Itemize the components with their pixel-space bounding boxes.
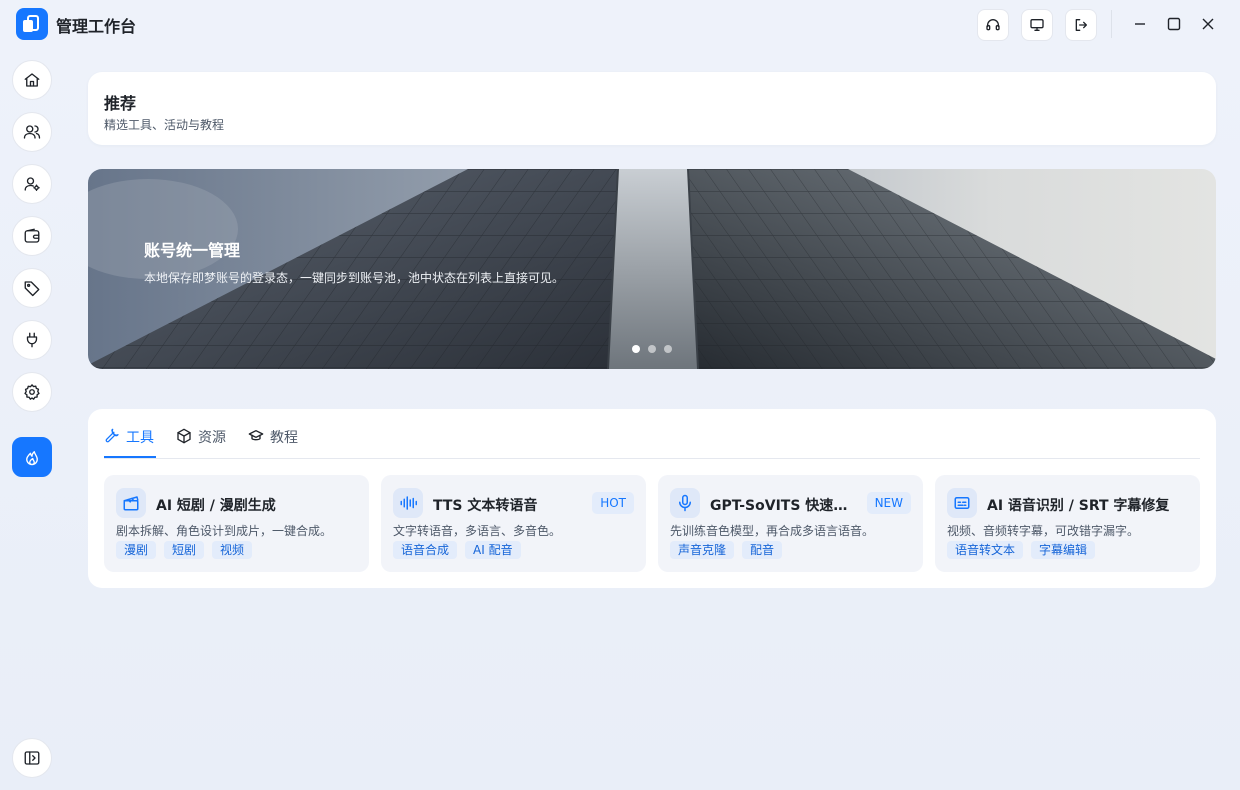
tool-icon-wrap [670, 488, 700, 518]
sidebar-toggle-button[interactable] [12, 738, 52, 778]
tag-list: 声音克隆 配音 [670, 541, 783, 559]
headset-icon [986, 19, 1000, 31]
graduation-cap-icon [248, 430, 264, 441]
sidebar-item-tags[interactable] [12, 268, 52, 308]
flame-icon [26, 451, 38, 466]
clapperboard-icon [123, 496, 139, 511]
tool-description: 剧本拆解、角色设计到成片，一键合成。 [116, 524, 333, 538]
tool-tag[interactable]: 漫剧 [116, 541, 157, 559]
support-button[interactable] [977, 9, 1009, 41]
sidebar-item-hot[interactable] [12, 437, 52, 477]
tool-description: 文字转语音，多语言、多音色。 [393, 524, 562, 538]
tool-icon-wrap [947, 488, 977, 518]
tool-tag[interactable]: 视频 [212, 541, 253, 559]
carousel-dot[interactable] [648, 345, 656, 353]
tool-tag[interactable]: 配音 [742, 541, 783, 559]
tool-card-sovits[interactable]: GPT-SoVITS 快速音色克隆 NEW 先训练音色模型，再合成多语言语音。 … [658, 475, 923, 572]
display-button[interactable] [1021, 9, 1053, 41]
tab-tutorials[interactable]: 教程 [248, 427, 298, 459]
logout-button[interactable] [1065, 9, 1097, 41]
wallet-icon [24, 228, 40, 243]
tools-panel: 工具 资源 教程 AI 短剧 / 漫剧生成 剧本拆解、角色设计到成片，一键合成。… [88, 409, 1216, 588]
tab-tools[interactable]: 工具 [104, 427, 154, 459]
recommend-card: 推荐 精选工具、活动与教程 [88, 72, 1216, 145]
tool-title: AI 短剧 / 漫剧生成 [156, 498, 276, 514]
carousel-dot[interactable] [664, 345, 672, 353]
tab-label: 教程 [270, 430, 298, 446]
title-bar: 管理工作台 [0, 0, 1240, 48]
banner-carousel[interactable]: 账号统一管理 本地保存即梦账号的登录态，一键同步到账号池，池中状态在列表上直接可… [88, 169, 1216, 369]
tool-title: AI 语音识别 / SRT 字幕修复 [987, 498, 1170, 514]
sidebar-item-plugins[interactable] [12, 320, 52, 360]
tool-tag[interactable]: AI 配音 [465, 541, 521, 559]
new-badge: NEW [866, 492, 911, 514]
gear-icon [24, 384, 40, 400]
tool-tag[interactable]: 语音合成 [393, 541, 458, 559]
users-icon [23, 125, 41, 139]
tool-card-drama[interactable]: AI 短剧 / 漫剧生成 剧本拆解、角色设计到成片，一键合成。 漫剧 短剧 视频 [104, 475, 369, 572]
banner-title: 账号统一管理 [144, 241, 241, 260]
sidebar-item-user-settings[interactable] [12, 164, 52, 204]
maximize-button[interactable] [1162, 12, 1186, 36]
minimize-icon [1135, 23, 1145, 25]
tag-list: 漫剧 短剧 视频 [116, 541, 253, 559]
tool-title: GPT-SoVITS 快速音色克隆 [710, 498, 858, 514]
app-logo [16, 8, 48, 40]
user-settings-icon [24, 177, 40, 192]
tool-icon-wrap [393, 488, 423, 518]
tag-icon [24, 281, 40, 297]
titlebar-divider [1111, 10, 1112, 38]
hot-badge: HOT [592, 492, 634, 514]
plug-icon [26, 332, 38, 348]
tool-description: 视频、音频转字幕，可改错字漏字。 [947, 524, 1140, 538]
carousel-dot[interactable] [632, 345, 640, 353]
tool-description: 先训练音色模型，再合成多语言语音。 [670, 524, 875, 538]
tab-label: 工具 [126, 430, 154, 446]
tool-tag[interactable]: 语音转文本 [947, 541, 1024, 559]
audio-wave-icon [400, 496, 417, 510]
sidebar-item-wallet[interactable] [12, 216, 52, 256]
sidebar-item-settings[interactable] [12, 372, 52, 412]
home-icon [24, 73, 40, 87]
sidebar-item-home[interactable] [12, 60, 52, 100]
logout-icon [1075, 19, 1087, 31]
recommend-title: 推荐 [104, 94, 137, 113]
sidebar-toggle-icon [24, 751, 40, 765]
banner-description: 本地保存即梦账号的登录态，一键同步到账号池，池中状态在列表上直接可见。 [144, 271, 565, 285]
tool-card-asr[interactable]: AI 语音识别 / SRT 字幕修复 视频、音频转字幕，可改错字漏字。 语音转文… [935, 475, 1200, 572]
close-icon [1202, 18, 1214, 30]
tag-list: 语音转文本 字幕编辑 [947, 541, 1096, 559]
app-title: 管理工作台 [56, 17, 137, 36]
tag-list: 语音合成 AI 配音 [393, 541, 521, 559]
monitor-icon [1030, 18, 1044, 31]
tab-divider [104, 458, 1200, 459]
subtitles-icon [954, 497, 970, 509]
microphone-icon [679, 494, 691, 512]
recommend-subtitle: 精选工具、活动与教程 [104, 118, 225, 132]
tool-card-tts[interactable]: TTS 文本转语音 HOT 文字转语音，多语言、多音色。 语音合成 AI 配音 [381, 475, 646, 572]
close-button[interactable] [1196, 12, 1220, 36]
wrench-icon [105, 428, 119, 443]
tool-tag[interactable]: 短剧 [164, 541, 205, 559]
sidebar-item-users[interactable] [12, 112, 52, 152]
tool-tag[interactable]: 字幕编辑 [1031, 541, 1096, 559]
tab-resources[interactable]: 资源 [176, 427, 226, 459]
box-icon [177, 428, 191, 444]
tool-icon-wrap [116, 488, 146, 518]
tab-label: 资源 [198, 430, 226, 446]
maximize-icon [1167, 17, 1181, 31]
tool-tag[interactable]: 声音克隆 [670, 541, 735, 559]
minimize-button[interactable] [1128, 12, 1152, 36]
tool-title: TTS 文本转语音 [433, 498, 538, 514]
